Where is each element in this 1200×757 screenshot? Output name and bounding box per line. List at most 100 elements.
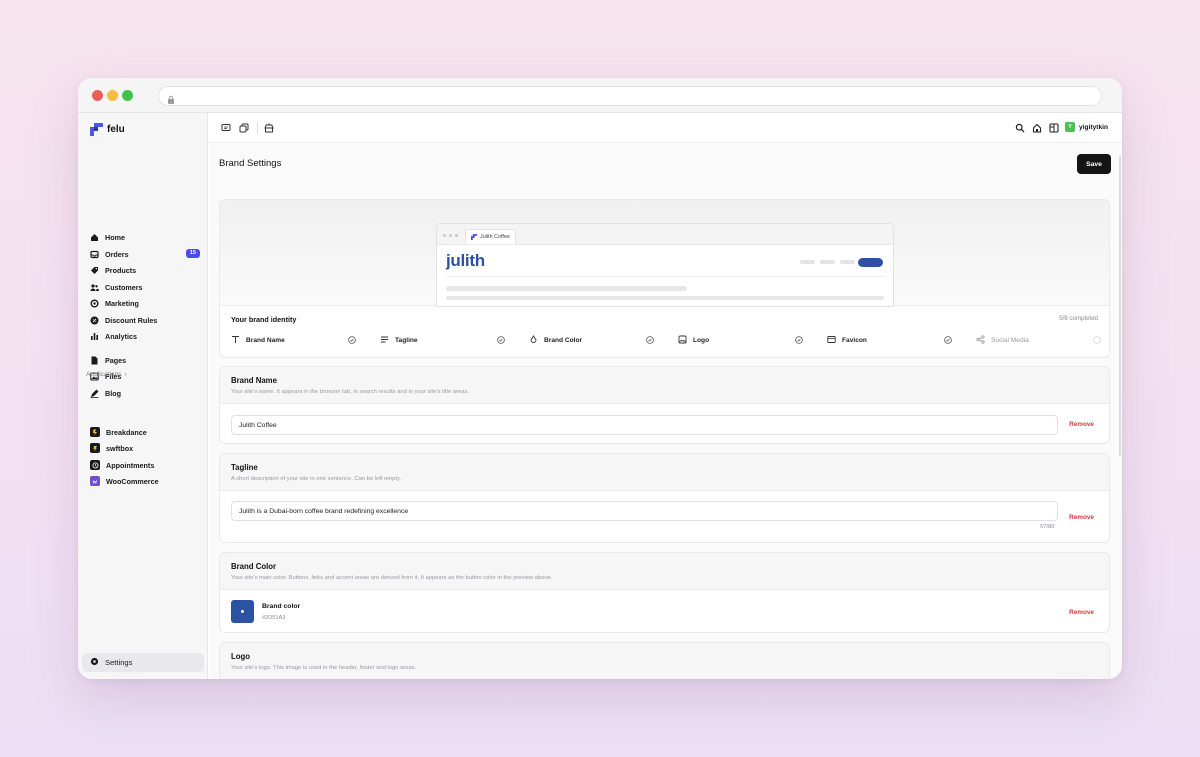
image-icon xyxy=(678,335,687,346)
preview-text-placeholder xyxy=(446,286,687,291)
identity-step-brand-name[interactable]: Brand Name xyxy=(231,333,356,347)
logo-header: Logo Your site's logo. This image is use… xyxy=(220,643,1109,679)
app-item-appointments[interactable]: Appointments xyxy=(90,458,200,472)
maximize-window-button[interactable] xyxy=(122,90,133,101)
settings-label: Settings xyxy=(105,658,133,667)
message-icon[interactable] xyxy=(221,123,231,133)
layout-icon[interactable] xyxy=(1049,123,1059,133)
close-window-button[interactable] xyxy=(92,90,103,101)
inbox-icon xyxy=(90,250,99,259)
breakdance-icon xyxy=(90,427,100,437)
sidebar-item-marketing[interactable]: Marketing xyxy=(90,296,200,310)
avatar: Y xyxy=(1065,122,1076,132)
step-label: Favicon xyxy=(842,336,867,344)
sidebar-item-label: Marketing xyxy=(105,298,139,308)
preview-logo: julith xyxy=(446,251,485,270)
applications-label: Applications xyxy=(86,371,122,378)
sidebar: felu Home Orders 15 Products Customers M… xyxy=(78,113,208,679)
sidebar-item-label: Home xyxy=(105,232,125,242)
store-icon[interactable] xyxy=(264,123,274,133)
preview-dot xyxy=(449,234,452,237)
brand-name-title: Brand Name xyxy=(231,376,277,385)
preview-divider xyxy=(446,276,884,277)
app-item-woocommerce[interactable]: WooCommerce xyxy=(90,474,200,488)
sidebar-item-home[interactable]: Home xyxy=(90,230,200,244)
identity-step-logo[interactable]: Logo xyxy=(678,333,803,347)
woocommerce-icon xyxy=(90,476,100,486)
brand-color-description: Your site's main color. Buttons, links a… xyxy=(231,575,553,581)
brand-color-header: Brand Color Your site's main color. Butt… xyxy=(220,553,1109,590)
sidebar-item-label: Orders xyxy=(105,249,129,259)
sidebar-item-products[interactable]: Products xyxy=(90,263,200,277)
identity-step-brand-color[interactable]: Brand Color xyxy=(529,333,654,347)
brand-color-remove-button[interactable]: Remove xyxy=(1069,609,1094,616)
brand-identity-card: Julith Coffee julith Your brand identity… xyxy=(219,199,1110,358)
droplet-icon xyxy=(529,334,538,346)
browser-icon xyxy=(827,335,836,346)
brand-name-input[interactable]: Julith Coffee xyxy=(231,415,1058,435)
app-item-swftbox[interactable]: swftbox xyxy=(90,441,200,455)
address-bar[interactable] xyxy=(158,86,1102,106)
sidebar-item-analytics[interactable]: Analytics xyxy=(90,329,200,343)
preview-dot xyxy=(443,234,446,237)
brand-name-remove-button[interactable]: Remove xyxy=(1069,421,1094,428)
applications-section-toggle[interactable]: Applications › xyxy=(86,371,127,378)
pen-icon xyxy=(90,389,99,398)
tagline-remove-button[interactable]: Remove xyxy=(1069,514,1094,521)
check-circle-icon xyxy=(348,336,356,344)
preview-tabbar: Julith Coffee xyxy=(437,224,893,245)
tagline-input[interactable]: Julith is a Dubai-born coffee brand rede… xyxy=(231,501,1058,521)
step-label: Logo xyxy=(693,336,710,344)
check-circle-icon xyxy=(497,336,505,344)
clock-icon xyxy=(90,460,100,470)
scrollbar[interactable] xyxy=(1119,156,1121,456)
step-label: Brand Name xyxy=(246,336,285,344)
tagline-title: Tagline xyxy=(231,463,258,472)
sidebar-item-customers[interactable]: Customers xyxy=(90,280,200,294)
tagline-char-counter: 57/80 xyxy=(1040,524,1055,530)
page-title: Brand Settings xyxy=(219,158,282,169)
home-icon[interactable] xyxy=(1032,123,1042,133)
settings-button[interactable]: Settings xyxy=(82,653,204,672)
browser-window: felu Home Orders 15 Products Customers M… xyxy=(78,78,1122,679)
check-circle-icon xyxy=(944,336,952,344)
felu-logo-icon xyxy=(90,122,103,136)
search-icon[interactable] xyxy=(1015,123,1025,133)
tagline-header: Tagline A short description of your site… xyxy=(220,454,1109,491)
sidebar-item-label: Pages xyxy=(105,355,127,365)
brand-color-title: Brand Color xyxy=(231,562,277,571)
empty-circle-icon xyxy=(1093,336,1101,344)
sidebar-item-blog[interactable]: Blog xyxy=(90,386,200,400)
orders-count-badge: 15 xyxy=(185,249,200,258)
discount-icon xyxy=(90,316,99,325)
brand-color-swatch[interactable] xyxy=(231,600,254,623)
home-icon xyxy=(90,233,99,242)
sidebar-item-discount-rules[interactable]: Discount Rules xyxy=(90,313,200,327)
user-menu[interactable]: Y yigitytkin xyxy=(1065,122,1108,132)
sidebar-item-label: Blog xyxy=(105,388,121,398)
identity-progress: 5/6 completed xyxy=(1059,315,1098,322)
identity-title: Your brand identity xyxy=(231,315,297,324)
favicon-icon xyxy=(471,234,477,240)
save-button[interactable]: Save xyxy=(1077,154,1111,174)
identity-step-tagline[interactable]: Tagline xyxy=(380,333,505,347)
browser-titlebar xyxy=(78,78,1122,113)
gear-icon xyxy=(90,657,99,668)
share-icon xyxy=(976,334,985,346)
sidebar-item-pages[interactable]: Pages xyxy=(90,353,200,367)
check-circle-icon xyxy=(795,336,803,344)
identity-step-social-media[interactable]: Social Media xyxy=(976,333,1101,347)
copy-icon[interactable] xyxy=(239,123,249,133)
preview-tab: Julith Coffee xyxy=(465,229,516,244)
tagline-card: Tagline A short description of your site… xyxy=(219,453,1110,543)
logo-description: Your site's logo. This image is used in … xyxy=(231,665,417,671)
identity-step-favicon[interactable]: Favicon xyxy=(827,333,952,347)
chevron-right-icon: › xyxy=(124,371,127,378)
app-item-breakdance[interactable]: Breakdance xyxy=(90,425,200,439)
brand-logo[interactable]: felu xyxy=(90,122,125,136)
minimize-window-button[interactable] xyxy=(107,90,118,101)
brand-color-card: Brand Color Your site's main color. Butt… xyxy=(219,552,1110,633)
step-label: Social Media xyxy=(991,336,1029,344)
brand-color-hex: #2D51A3 xyxy=(262,615,286,621)
sidebar-item-orders[interactable]: Orders 15 xyxy=(90,247,200,261)
